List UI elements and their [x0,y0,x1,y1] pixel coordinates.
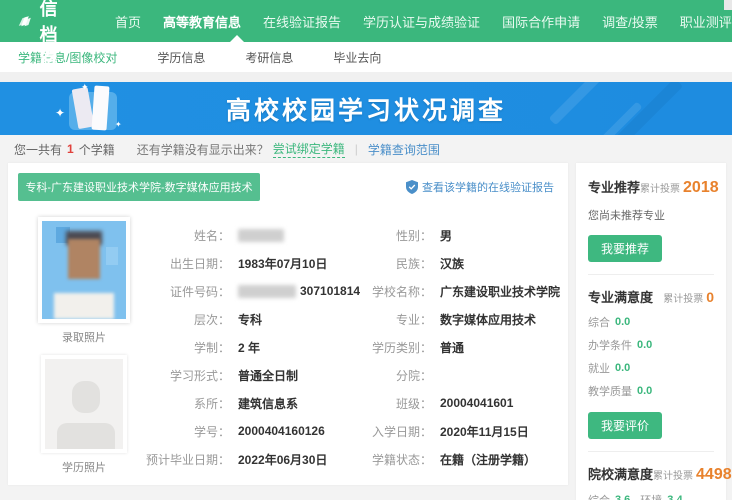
student-fields: 姓名： 出生日期： 1983年07月10日 证件号码： 307101814 层次… [146,225,560,477]
enrollment-count: 1 [67,142,74,156]
pipe-separator: | [355,142,358,156]
field-admission-date: 入学日期： 2020年11月15日 [366,421,560,441]
school-satisfaction-section: 院校满意度 累计投票 4498 综合 3.6 环境 3.4 生活 3.3 [588,451,714,500]
topnav-item-survey-vote[interactable]: 调查/投票 [602,12,658,31]
major-satisfaction-title: 专业满意度 [588,287,653,306]
rating-environment: 环境 3.4 [640,492,682,500]
recommend-votes-count: 2018 [683,179,719,197]
field-ethnicity: 民族： 汉族 [366,253,560,273]
admission-photo [38,217,130,323]
major-recommend-title: 专业推荐 [588,177,640,196]
sparkle-icon: ✦ [115,120,122,129]
school-satisfaction-ratings: 综合 3.6 环境 3.4 生活 3.3 [588,492,714,500]
chsi-logo-icon [18,9,32,33]
field-student-number: 学号： 2000404160126 [146,421,366,441]
student-record-card: 专科-广东建设职业技术学院-数字媒体应用技术 查看该学籍的在线验证报告 录取照片 [8,163,568,485]
recommend-empty-text: 您尚未推荐专业 [588,207,714,223]
banner-decoration [502,82,702,135]
field-degree-category: 学历类别： 普通 [366,337,560,357]
sub-navbar: 学籍信息/图像校对 学历信息 考研信息 毕业去向 [0,42,732,72]
shield-check-icon [406,180,418,194]
field-gender: 性别： 男 [366,225,560,245]
field-level: 层次： 专科 [146,309,366,329]
online-verification-link[interactable]: 查看该学籍的在线验证报告 [406,179,554,195]
survey-banner[interactable]: ✦ ✦ ✦ 高校校园学习状况调查 [0,82,732,135]
rating-employment: 就业 0.0 [588,360,630,376]
subnav-item-postgrad-info[interactable]: 考研信息 [245,49,293,66]
divider-gap [0,72,732,82]
enrollment-tab[interactable]: 专科-广东建设职业技术学院-数字媒体应用技术 [18,173,260,201]
content-area: 专科-广东建设职业技术学院-数字媒体应用技术 查看该学籍的在线验证报告 录取照片 [0,163,732,500]
field-birthdate: 出生日期： 1983年07月10日 [146,253,366,273]
topnav-item-intl-coop[interactable]: 国际合作申请 [502,12,580,31]
sidebar: 专业推荐 累计投票 2018 您尚未推荐专业 我要推荐 专业满意度 累计投票 0… [576,163,726,500]
bind-enrollment-link[interactable]: 尝试绑定学籍 [273,140,345,158]
sparkle-icon: ✦ [55,106,65,120]
masked-name-value [238,229,284,242]
field-duration: 学制： 2 年 [146,337,366,357]
top-navbar: 学信档案 首页 高等教育信息 在线验证报告 学历认证与成绩验证 国际合作申请 调… [0,0,732,42]
field-class: 班级： 20004041601 [366,393,560,413]
major-satisfaction-votes-count: 0 [706,289,714,305]
votes-label: 累计投票 [653,467,693,482]
topnav-item-online-verify[interactable]: 在线验证报告 [263,12,341,31]
rating-overall: 综合 3.6 [588,492,630,500]
subnav-item-degree-info[interactable]: 学历信息 [157,49,205,66]
subnav-item-graduation-destination[interactable]: 毕业去向 [333,49,381,66]
query-scope-link[interactable]: 学籍查询范围 [368,141,440,158]
rating-conditions: 办学条件 0.0 [588,337,652,353]
sparkle-icon: ✦ [81,82,89,93]
fields-right-column: 性别： 男 民族： 汉族 学校名称： 广东建设职业技术学院 专业： 数字媒体应用… [366,225,560,477]
admission-photo-label: 录取照片 [30,329,138,345]
degree-photo-placeholder [41,355,127,453]
field-expected-graduation: 预计毕业日期： 2022年06月30日 [146,449,366,469]
field-school-name: 学校名称： 广东建设职业技术学院 [366,281,560,301]
field-id-number: 证件号码： 307101814 [146,281,366,301]
topnav-item-home[interactable]: 首页 [115,12,141,31]
field-name: 姓名： [146,225,366,245]
school-satisfaction-title: 院校满意度 [588,464,653,483]
field-major: 专业： 数字媒体应用技术 [366,309,560,329]
banner-title: 高校校园学习状况调查 [226,91,506,127]
online-verification-link-label: 查看该学籍的在线验证报告 [422,179,554,195]
topnav-item-career-test[interactable]: 职业测评 [680,12,732,31]
votes-label: 累计投票 [640,180,680,195]
field-branch: 分院： [366,365,560,385]
school-satisfaction-votes-count: 4498 [696,466,732,484]
recommend-button[interactable]: 我要推荐 [588,235,662,262]
scrollbar-corner [724,0,732,10]
topnav-item-credential-verify[interactable]: 学历认证与成绩验证 [363,12,480,31]
fields-left-column: 姓名： 出生日期： 1983年07月10日 证件号码： 307101814 层次… [146,225,366,477]
degree-photo-label: 学历照片 [30,459,138,475]
field-department: 系所： 建筑信息系 [146,393,366,413]
rating-teaching-quality: 教学质量 0.0 [588,383,652,399]
topnav-items: 首页 高等教育信息 在线验证报告 学历认证与成绩验证 国际合作申请 调查/投票 … [104,12,732,31]
brand-name: 学信档案 [40,0,76,73]
topnav-item-higher-edu[interactable]: 高等教育信息 [163,12,241,31]
major-recommend-section: 专业推荐 累计投票 2018 您尚未推荐专业 我要推荐 [588,177,714,274]
votes-label: 累计投票 [663,290,703,305]
summary-suffix: 个学籍 [79,141,115,158]
enrollment-summary: 您一共有 1 个学籍 还有学籍没有显示出来？ 尝试绑定学籍 | 学籍查询范围 [0,135,732,163]
active-nav-notch [230,35,244,42]
field-enrollment-status: 学籍状态： 在籍（注册学籍） [366,449,560,469]
major-satisfaction-section: 专业满意度 累计投票 0 综合 0.0 办学条件 0.0 就业 0.0 [588,274,714,451]
major-rate-button[interactable]: 我要评价 [588,412,662,439]
masked-id-prefix [238,285,296,298]
summary-prefix: 您一共有 [14,141,62,158]
summary-hint: 还有学籍没有显示出来？ [137,141,269,158]
major-satisfaction-ratings: 综合 0.0 办学条件 0.0 就业 0.0 教学质量 0.0 [588,314,714,406]
field-study-form: 学习形式： 普通全日制 [146,365,366,385]
rating-overall: 综合 0.0 [588,314,630,330]
brand-logo[interactable]: 学信档案 [18,0,76,73]
photos-column: 录取照片 学历照片 [30,217,138,485]
books-illustration: ✦ ✦ ✦ [55,88,127,132]
